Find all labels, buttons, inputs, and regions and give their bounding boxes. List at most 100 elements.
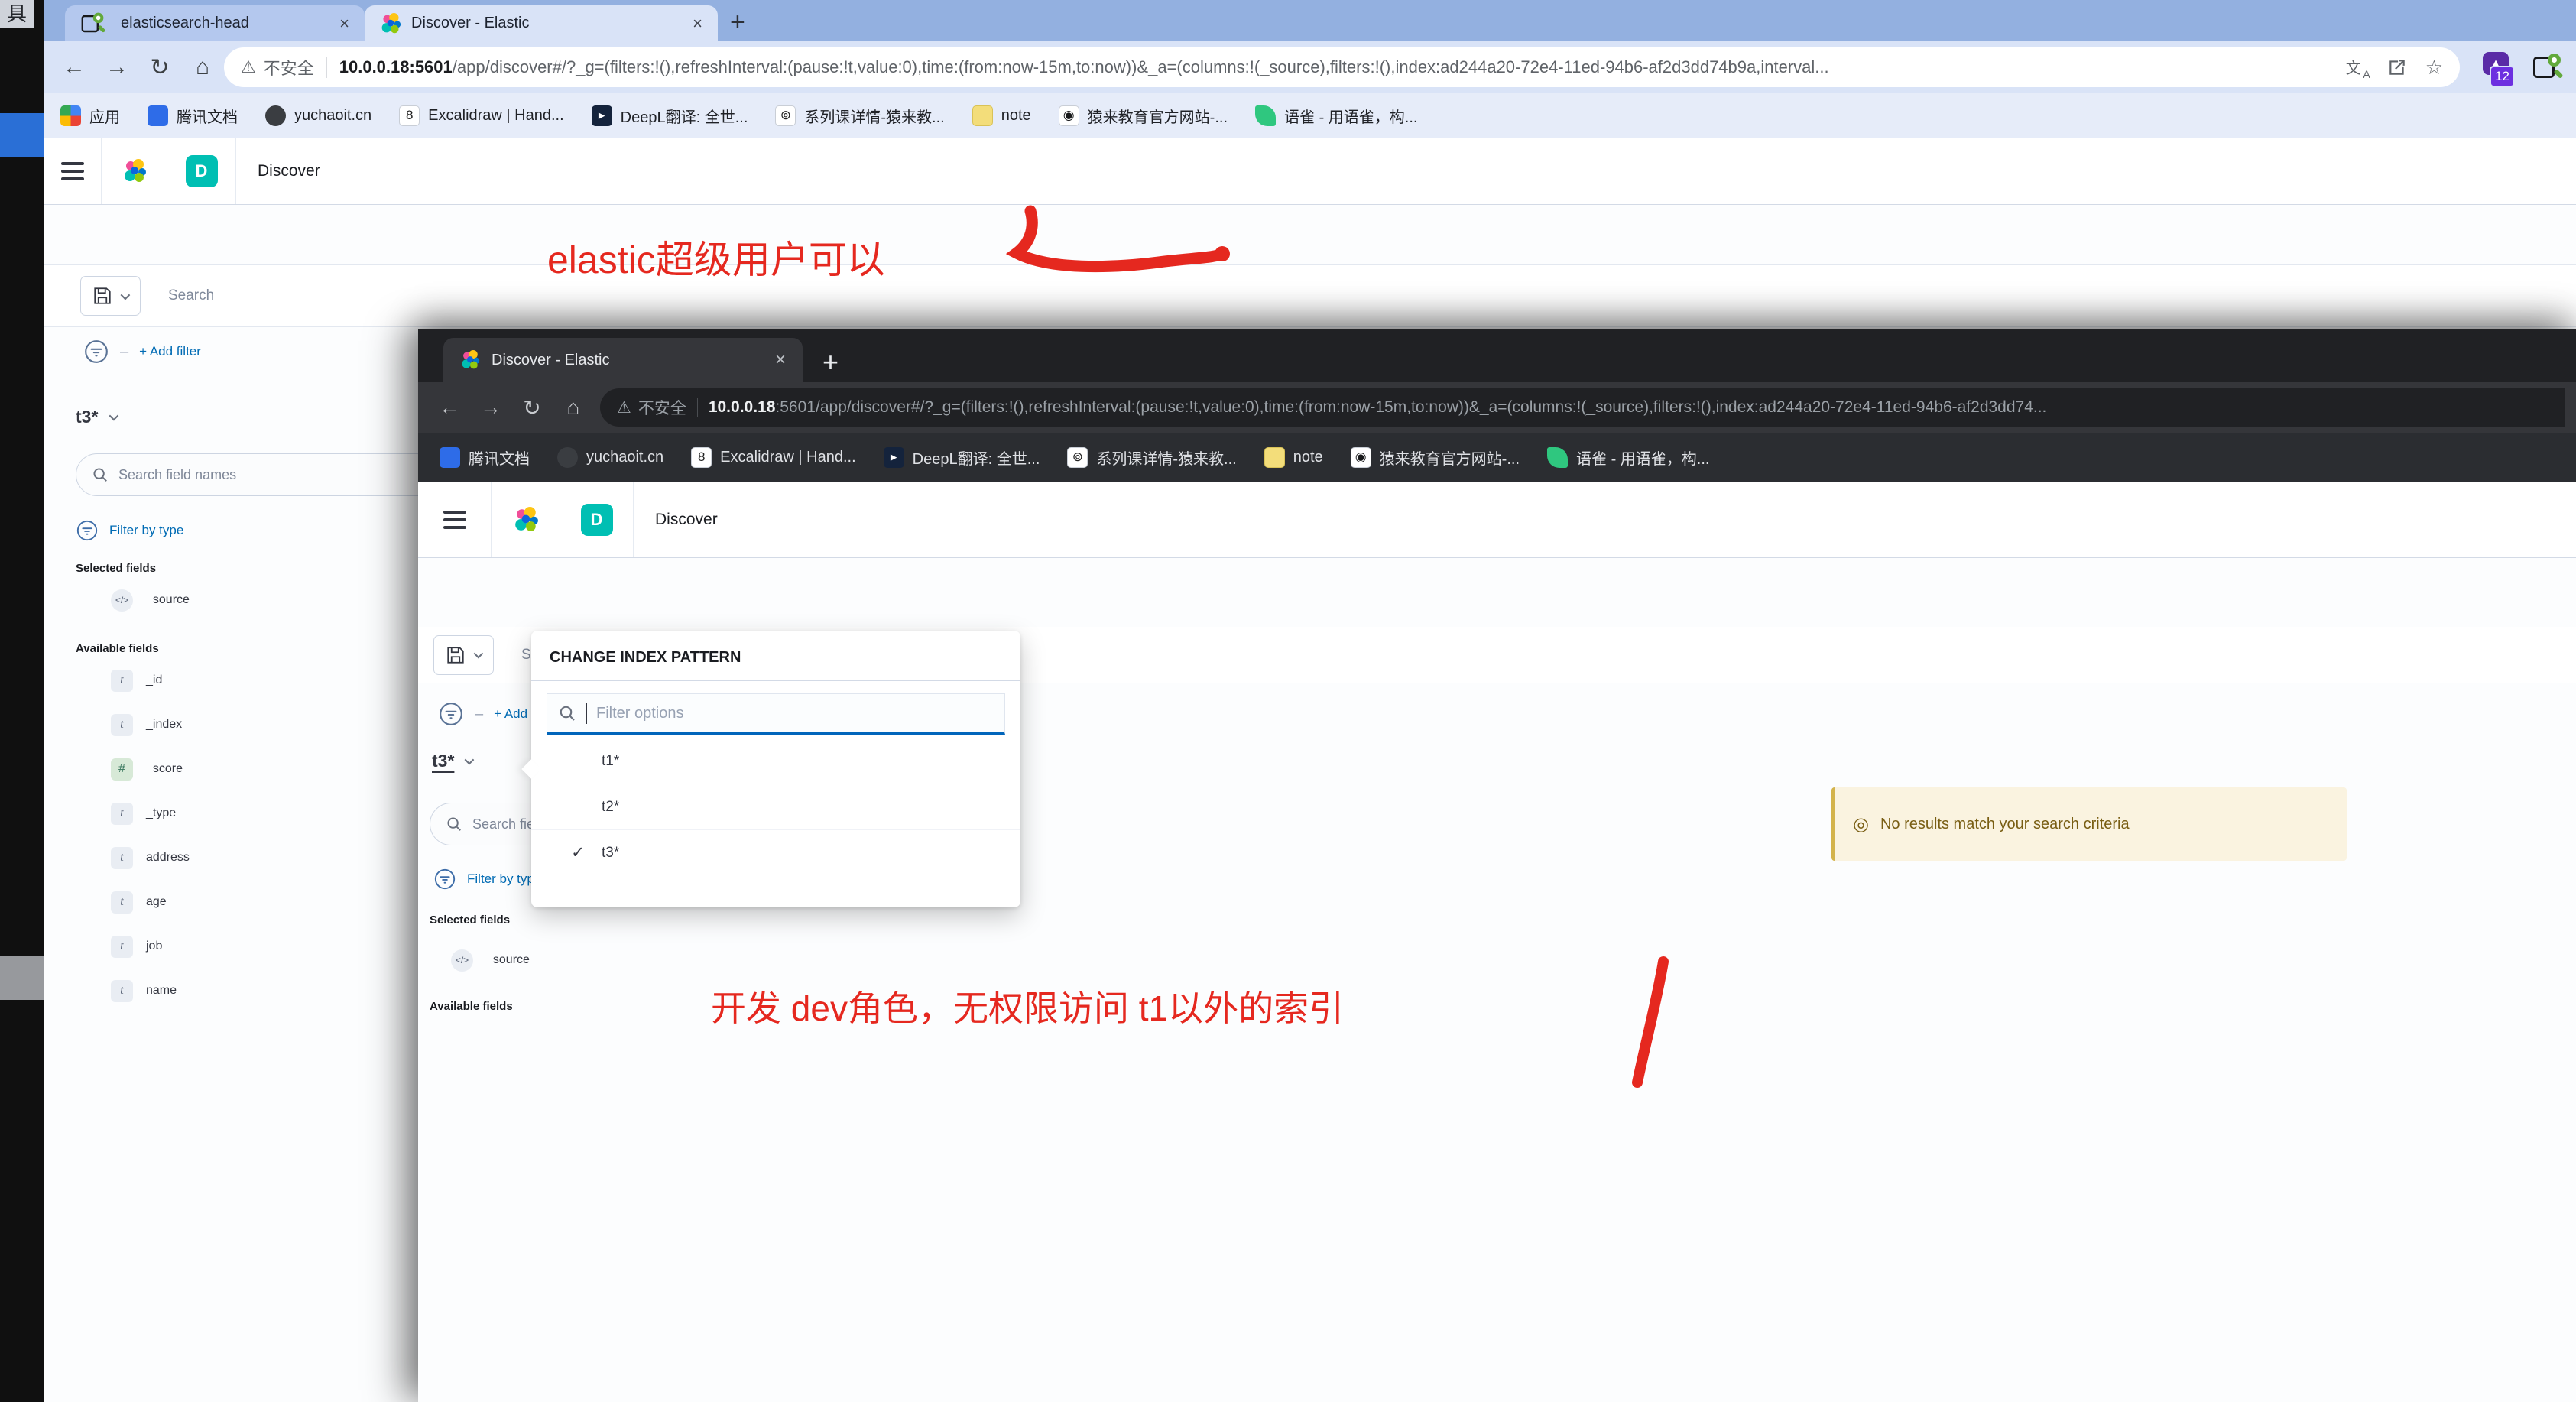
share-icon[interactable] [2387, 57, 2407, 77]
query-bar: Search [44, 264, 2576, 327]
kibana-top-menu [418, 558, 2576, 619]
filter-icon[interactable] [438, 701, 464, 727]
tab-elasticsearch-head[interactable]: elasticsearch-head × [65, 5, 365, 41]
bookmark-label: yuchaoit.cn [586, 449, 663, 466]
search-icon [92, 466, 109, 483]
address-bar[interactable]: ⚠ 不安全 10.0.0.18:5601/app/discover#/?_g=(… [224, 47, 2460, 87]
field-search-input[interactable]: Search field names [76, 453, 438, 496]
filter-options-input[interactable]: Filter options [547, 693, 1005, 735]
bookmark-label: Excalidraw | Hand... [720, 449, 856, 466]
field-item[interactable]: t age [76, 880, 456, 924]
field-item[interactable]: t _type [76, 791, 456, 836]
bookmark-item[interactable]: 应用 [60, 105, 120, 127]
inner-address-bar[interactable]: ⚠ 不安全 10.0.0.18:5601/app/discover#/?_g=(… [600, 388, 2565, 427]
field-item[interactable]: t job [76, 924, 456, 969]
space-avatar[interactable]: D [186, 155, 218, 187]
field-item[interactable]: t _id [76, 658, 456, 703]
reload-icon[interactable]: ↻ [511, 395, 553, 420]
new-tab-button[interactable]: + [730, 9, 745, 35]
inner-screenshot-window: Discover - Elastic × + ← → ↻ ⌂ ⚠ 不安全 10.… [418, 329, 2576, 1402]
reload-icon[interactable]: ↻ [138, 54, 181, 81]
selected-fields-list: </> _source [76, 578, 456, 622]
saved-query-button[interactable] [80, 276, 141, 316]
no-results-callout: ◎ No results match your search criteria [1831, 787, 2347, 861]
space-avatar[interactable]: D [581, 504, 613, 536]
field-item[interactable]: t name [76, 969, 456, 1013]
forward-icon[interactable]: → [470, 395, 511, 420]
index-pattern-option[interactable]: ✓ t2* [531, 784, 1020, 829]
bookmark-item[interactable]: yuchaoit.cn [265, 105, 371, 126]
elasticsearch-head-extension-icon[interactable] [2532, 52, 2562, 83]
bookmark-icon [1255, 105, 1276, 126]
new-tab-button[interactable]: + [822, 349, 839, 376]
bookmark-item[interactable]: note [972, 105, 1031, 126]
bookmark-star-icon[interactable]: ☆ [2425, 56, 2443, 80]
bookmark-item[interactable]: note [1264, 447, 1323, 468]
search-input[interactable]: Search [151, 276, 2553, 316]
field-item[interactable]: # _score [76, 747, 456, 791]
forward-icon[interactable]: → [96, 54, 138, 80]
bookmark-item[interactable]: ▸ DeepL翻译: 全世... [592, 105, 748, 127]
add-filter-button[interactable]: + Add filter [139, 344, 201, 359]
tab-discover-elastic[interactable]: Discover - Elastic × [365, 5, 718, 41]
inner-tab-strip: Discover - Elastic × + [418, 329, 2576, 382]
terminal-line [0, 157, 44, 202]
field-item[interactable]: t address [76, 836, 456, 880]
url-text: 10.0.0.18:5601/app/discover#/?_g=(filter… [339, 57, 2328, 77]
change-index-pattern-popover: CHANGE INDEX PATTERN Filter options ✓ t1… [531, 631, 1020, 907]
bookmark-item[interactable]: yuchaoit.cn [557, 447, 663, 468]
field-name: job [146, 940, 162, 953]
saved-query-button[interactable] [433, 635, 494, 675]
elastic-logo-icon[interactable] [513, 507, 539, 533]
url-path: /app/discover#/?_g=(filters:!(),refreshI… [816, 398, 2046, 416]
selected-fields-list: </> _source [430, 939, 530, 982]
bookmark-item[interactable]: 语雀 - 用语雀，构... [1255, 105, 1417, 127]
bookmark-item[interactable]: 语雀 - 用语雀，构... [1547, 446, 1709, 469]
filter-by-type-button[interactable]: Filter by type [433, 868, 541, 891]
field-type-icon: t [111, 670, 133, 692]
translate-icon[interactable]: 文 A [2346, 56, 2369, 79]
field-item[interactable]: t _index [76, 703, 456, 747]
not-secure-badge[interactable]: ⚠ 不安全 [241, 55, 314, 80]
bookmark-label: 猿来教育官方网站-... [1380, 446, 1520, 469]
bookmark-item[interactable]: ◉ 猿来教育官方网站-... [1351, 446, 1520, 469]
inner-tab-discover[interactable]: Discover - Elastic × [443, 338, 803, 382]
inner-bookmarks-bar: 腾讯文档 yuchaoit.cn 8 Excalidraw | Hand... … [418, 433, 2576, 482]
chevron-down-icon [121, 290, 131, 300]
bookmark-item[interactable]: 8 Excalidraw | Hand... [399, 105, 564, 126]
filter-by-type-button[interactable]: Filter by type [76, 519, 456, 542]
field-item[interactable]: </> _source [430, 939, 530, 982]
index-pattern-selector[interactable]: t3* [76, 407, 456, 427]
field-type-icon: </> [111, 589, 133, 612]
home-icon[interactable]: ⌂ [553, 395, 594, 420]
back-icon[interactable]: ← [429, 395, 470, 420]
bookmark-item[interactable]: 8 Excalidraw | Hand... [691, 447, 856, 468]
no-results-text: No results match your search criteria [1880, 816, 2130, 833]
tab-close-icon[interactable]: × [693, 14, 702, 34]
menu-hamburger-icon[interactable] [443, 511, 466, 529]
bookmark-item[interactable]: ◉ 猿来教育官方网站-... [1059, 105, 1228, 127]
terminal-line [0, 512, 44, 557]
home-icon[interactable]: ⌂ [181, 54, 224, 80]
bookmark-item[interactable]: 腾讯文档 [148, 105, 238, 127]
field-type-icon: t [111, 803, 133, 825]
index-pattern-option[interactable]: ✓ t1* [531, 738, 1020, 784]
bookmark-item[interactable]: ⊚ 系列课详情-猿来教... [775, 105, 944, 127]
tab-close-icon[interactable]: × [775, 349, 786, 371]
outer-tab-strip: elasticsearch-head × Discover - Elastic … [44, 0, 2576, 41]
index-pattern-option[interactable]: ✓ t3* [531, 829, 1020, 875]
tab-close-icon[interactable]: × [339, 14, 349, 34]
elasticsearch-head-icon [80, 11, 105, 36]
menu-hamburger-icon[interactable] [61, 162, 84, 180]
field-item[interactable]: </> _source [76, 578, 456, 622]
bookmark-item[interactable]: ▸ DeepL翻译: 全世... [884, 446, 1040, 469]
extension-icon-purple[interactable]: ▲ 12 [2480, 52, 2512, 83]
bookmark-item[interactable]: ⊚ 系列课详情-猿来教... [1067, 446, 1236, 469]
filter-icon[interactable] [83, 339, 109, 365]
index-pattern-selector[interactable]: t3* [432, 751, 472, 771]
option-label: t2* [602, 799, 619, 816]
selected-fields-heading: Selected fields [76, 562, 456, 575]
back-icon[interactable]: ← [53, 54, 96, 80]
bookmark-item[interactable]: 腾讯文档 [440, 446, 530, 469]
elastic-logo-icon[interactable] [122, 159, 147, 183]
